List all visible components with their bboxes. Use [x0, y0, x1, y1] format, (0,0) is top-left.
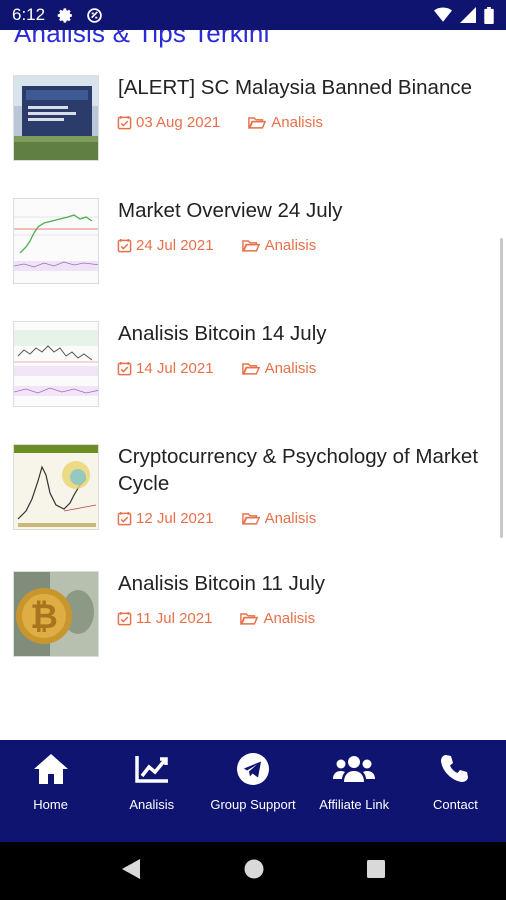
folder-open-icon	[248, 117, 267, 129]
article-meta: 14 Jul 2021 Analisis	[117, 360, 316, 377]
article-title[interactable]: Market Overview 24 July	[118, 197, 498, 224]
article-category[interactable]: Analisis	[248, 114, 323, 131]
article-category[interactable]: Analisis	[240, 610, 315, 627]
users-icon	[332, 750, 376, 788]
calendar-check-icon	[117, 361, 132, 376]
article-date: 12 Jul 2021	[117, 510, 214, 527]
article-date: 14 Jul 2021	[117, 360, 214, 377]
home-icon	[32, 750, 70, 788]
section-title: Analisis & Tips Terkini	[14, 30, 270, 48]
article-list[interactable]: Analisis & Tips Terkini [ALERT] SC Malay…	[0, 30, 506, 740]
chart-line-icon	[134, 750, 170, 788]
data-saver-icon	[86, 7, 103, 24]
article-title[interactable]: Cryptocurrency & Psychology of Market Cy…	[118, 443, 498, 497]
phone-icon	[439, 750, 471, 788]
article-thumbnail[interactable]: ₿	[13, 571, 99, 657]
article-meta: 11 Jul 2021 Analisis	[117, 610, 315, 627]
battery-icon	[484, 6, 494, 24]
gear-icon	[57, 7, 74, 24]
article-thumbnail[interactable]	[13, 198, 99, 284]
calendar-check-icon	[117, 238, 132, 253]
article-date: 03 Aug 2021	[117, 114, 220, 131]
nav-affiliate-link[interactable]: Affiliate Link	[304, 740, 405, 842]
calendar-check-icon	[117, 611, 132, 626]
calendar-check-icon	[117, 115, 132, 130]
folder-open-icon	[241, 240, 260, 252]
status-bar: 6:12	[0, 0, 506, 30]
article-date: 24 Jul 2021	[117, 237, 214, 254]
bottom-navigation: Home Analisis Group Support Affiliate Li…	[0, 740, 506, 842]
article-meta: 12 Jul 2021 Analisis	[117, 510, 316, 527]
nav-group-support[interactable]: Group Support	[202, 740, 303, 842]
nav-contact[interactable]: Contact	[405, 740, 506, 842]
article-category[interactable]: Analisis	[241, 237, 316, 254]
article-thumbnail[interactable]	[13, 75, 99, 161]
telegram-icon	[236, 750, 270, 788]
system-navigation	[0, 842, 506, 900]
nav-home[interactable]: Home	[0, 740, 101, 842]
article-meta: 03 Aug 2021 Analisis	[117, 114, 323, 131]
folder-open-icon	[241, 513, 260, 525]
article-category[interactable]: Analisis	[241, 510, 316, 527]
article-meta: 24 Jul 2021 Analisis	[117, 237, 316, 254]
folder-open-icon	[240, 613, 259, 625]
folder-open-icon	[241, 363, 260, 375]
recents-icon[interactable]	[366, 859, 386, 884]
nav-analisis[interactable]: Analisis	[101, 740, 202, 842]
article-title[interactable]: Analisis Bitcoin 11 July	[118, 570, 498, 597]
article-title[interactable]: [ALERT] SC Malaysia Banned Binance	[118, 74, 498, 101]
signal-icon	[460, 7, 476, 23]
home-circle-icon[interactable]	[243, 858, 265, 885]
article-category[interactable]: Analisis	[241, 360, 316, 377]
wifi-icon	[434, 7, 452, 23]
article-date: 11 Jul 2021	[117, 610, 212, 627]
svg-text:₿: ₿	[30, 597, 58, 637]
article-thumbnail[interactable]	[13, 321, 99, 407]
back-icon[interactable]	[120, 857, 142, 886]
article-thumbnail[interactable]	[13, 444, 99, 530]
scrollbar[interactable]	[500, 238, 503, 538]
article-title[interactable]: Analisis Bitcoin 14 July	[118, 320, 498, 347]
status-time: 6:12	[12, 5, 46, 24]
calendar-check-icon	[117, 511, 132, 526]
